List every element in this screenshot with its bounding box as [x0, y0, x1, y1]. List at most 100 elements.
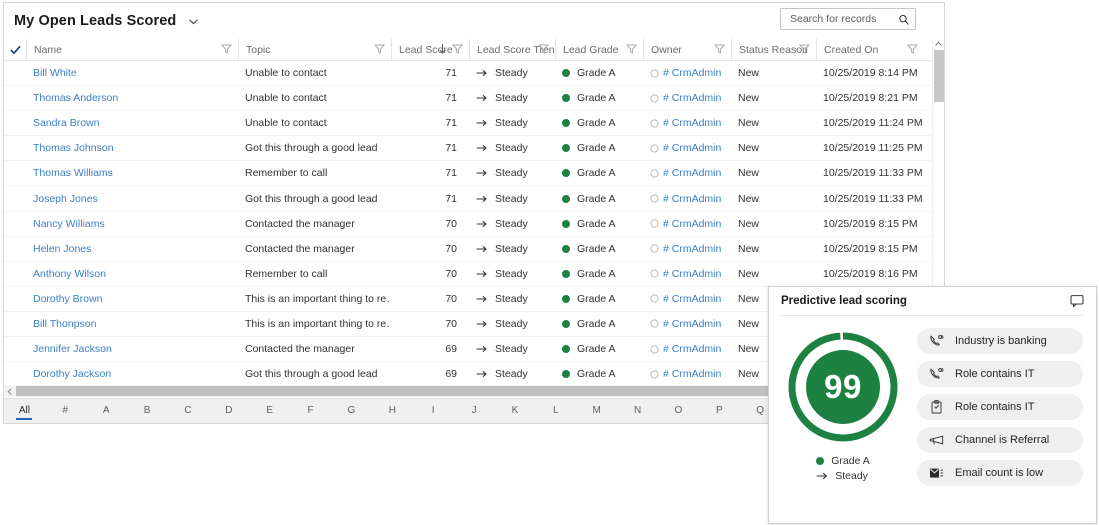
column-header-lead-score-trend[interactable]: Lead Score Trend: [469, 39, 555, 61]
row-select-checkbox[interactable]: [4, 262, 26, 286]
alphabet-index-b[interactable]: B: [127, 399, 168, 423]
cell-owner[interactable]: # CrmAdmin: [643, 312, 731, 336]
alphabet-index-o[interactable]: O: [658, 399, 699, 423]
cell-name[interactable]: Bill White: [26, 61, 238, 85]
search-input[interactable]: [788, 12, 898, 26]
row-select-checkbox[interactable]: [4, 111, 26, 135]
cell-owner[interactable]: # CrmAdmin: [643, 61, 731, 85]
lead-name-link[interactable]: Jennifer Jackson: [33, 343, 112, 355]
cell-name[interactable]: Thomas Johnson: [26, 136, 238, 160]
column-header-lead-grade[interactable]: Lead Grade: [555, 39, 643, 61]
cell-name[interactable]: Thomas Williams: [26, 161, 238, 185]
owner-link[interactable]: # CrmAdmin: [663, 343, 721, 355]
cell-name[interactable]: Helen Jones: [26, 237, 238, 261]
scroll-left-arrow-icon[interactable]: [4, 388, 16, 395]
filter-icon[interactable]: [221, 43, 232, 55]
row-select-checkbox[interactable]: [4, 136, 26, 160]
cell-owner[interactable]: # CrmAdmin: [643, 237, 731, 261]
row-select-checkbox[interactable]: [4, 61, 26, 85]
row-select-checkbox[interactable]: [4, 312, 26, 336]
alphabet-index-k[interactable]: K: [495, 399, 536, 423]
filter-icon[interactable]: [538, 43, 549, 55]
owner-link[interactable]: # CrmAdmin: [663, 193, 721, 205]
lead-name-link[interactable]: Helen Jones: [33, 243, 91, 255]
row-select-checkbox[interactable]: [4, 161, 26, 185]
alphabet-index-g[interactable]: G: [331, 399, 372, 423]
cell-name[interactable]: Joseph Jones: [26, 186, 238, 210]
owner-link[interactable]: # CrmAdmin: [663, 117, 721, 129]
cell-name[interactable]: Bill Thonpson: [26, 312, 238, 336]
alphabet-index-h[interactable]: H: [372, 399, 413, 423]
scoring-factor-pill[interactable]: Email count is low: [917, 460, 1083, 486]
lead-name-link[interactable]: Thomas Johnson: [33, 142, 114, 154]
alphabet-index-all[interactable]: All: [4, 399, 45, 423]
search-icon[interactable]: [898, 13, 910, 25]
cell-owner[interactable]: # CrmAdmin: [643, 86, 731, 110]
filter-icon[interactable]: [626, 43, 637, 55]
column-header-created-on[interactable]: Created On: [816, 39, 924, 61]
alphabet-index-m[interactable]: M: [576, 399, 617, 423]
cell-name[interactable]: Sandra Brown: [26, 111, 238, 135]
lead-name-link[interactable]: Bill White: [33, 67, 77, 79]
alphabet-index-f[interactable]: F: [290, 399, 331, 423]
cell-owner[interactable]: # CrmAdmin: [643, 337, 731, 361]
sort-descending-icon[interactable]: [438, 43, 447, 55]
cell-owner[interactable]: # CrmAdmin: [643, 111, 731, 135]
cell-name[interactable]: Nancy Williams: [26, 212, 238, 236]
alphabet-index-j[interactable]: J: [454, 399, 495, 423]
row-select-checkbox[interactable]: [4, 186, 26, 210]
alphabet-index-l[interactable]: L: [535, 399, 576, 423]
owner-link[interactable]: # CrmAdmin: [663, 268, 721, 280]
owner-link[interactable]: # CrmAdmin: [663, 243, 721, 255]
cell-name[interactable]: Dorothy Jackson: [26, 362, 238, 386]
select-all-checkbox[interactable]: [4, 45, 26, 55]
lead-name-link[interactable]: Nancy Williams: [33, 218, 105, 230]
column-header-lead-score[interactable]: Lead Score: [391, 39, 469, 61]
owner-link[interactable]: # CrmAdmin: [663, 167, 721, 179]
table-row[interactable]: Helen JonesContacted the manager70Steady…: [4, 237, 944, 262]
chevron-down-icon[interactable]: [187, 15, 200, 28]
owner-link[interactable]: # CrmAdmin: [663, 318, 721, 330]
search-box[interactable]: [780, 8, 916, 30]
cell-owner[interactable]: # CrmAdmin: [643, 136, 731, 160]
table-row[interactable]: Anthony WilsonRemember to call70SteadyGr…: [4, 262, 944, 287]
filter-icon[interactable]: [452, 43, 463, 55]
owner-link[interactable]: # CrmAdmin: [663, 92, 721, 104]
cell-owner[interactable]: # CrmAdmin: [643, 262, 731, 286]
scoring-factor-pill[interactable]: Role contains IT: [917, 394, 1083, 420]
cell-owner[interactable]: # CrmAdmin: [643, 186, 731, 210]
row-select-checkbox[interactable]: [4, 237, 26, 261]
table-row[interactable]: Thomas JohnsonGot this through a good le…: [4, 136, 944, 161]
alphabet-index-d[interactable]: D: [208, 399, 249, 423]
row-select-checkbox[interactable]: [4, 362, 26, 386]
table-row[interactable]: Bill WhiteUnable to contact71SteadyGrade…: [4, 61, 944, 86]
cell-name[interactable]: Dorothy Brown: [26, 287, 238, 311]
owner-link[interactable]: # CrmAdmin: [663, 293, 721, 305]
vertical-scrollbar-thumb[interactable]: [934, 50, 944, 102]
scoring-factor-pill[interactable]: Industry is banking: [917, 328, 1083, 354]
row-select-checkbox[interactable]: [4, 212, 26, 236]
cell-owner[interactable]: # CrmAdmin: [643, 161, 731, 185]
lead-name-link[interactable]: Joseph Jones: [33, 193, 98, 205]
owner-link[interactable]: # CrmAdmin: [663, 67, 721, 79]
owner-link[interactable]: # CrmAdmin: [663, 218, 721, 230]
table-row[interactable]: Nancy WilliamsContacted the manager70Ste…: [4, 212, 944, 237]
owner-link[interactable]: # CrmAdmin: [663, 368, 721, 380]
column-header-name[interactable]: Name: [26, 39, 238, 61]
lead-name-link[interactable]: Anthony Wilson: [33, 268, 106, 280]
alphabet-index-i[interactable]: I: [413, 399, 454, 423]
cell-name[interactable]: Jennifer Jackson: [26, 337, 238, 361]
scoring-factor-pill[interactable]: Role contains IT: [917, 361, 1083, 387]
row-select-checkbox[interactable]: [4, 86, 26, 110]
feedback-comment-icon[interactable]: [1070, 294, 1085, 308]
lead-name-link[interactable]: Bill Thonpson: [33, 318, 96, 330]
lead-name-link[interactable]: Sandra Brown: [33, 117, 100, 129]
column-header-topic[interactable]: Topic: [238, 39, 391, 61]
filter-icon[interactable]: [799, 43, 810, 55]
alphabet-index-c[interactable]: C: [168, 399, 209, 423]
row-select-checkbox[interactable]: [4, 337, 26, 361]
lead-name-link[interactable]: Dorothy Brown: [33, 293, 102, 305]
table-row[interactable]: Thomas AndersonUnable to contact71Steady…: [4, 86, 944, 111]
lead-name-link[interactable]: Thomas Anderson: [33, 92, 118, 104]
scoring-factor-pill[interactable]: Channel is Referral: [917, 427, 1083, 453]
